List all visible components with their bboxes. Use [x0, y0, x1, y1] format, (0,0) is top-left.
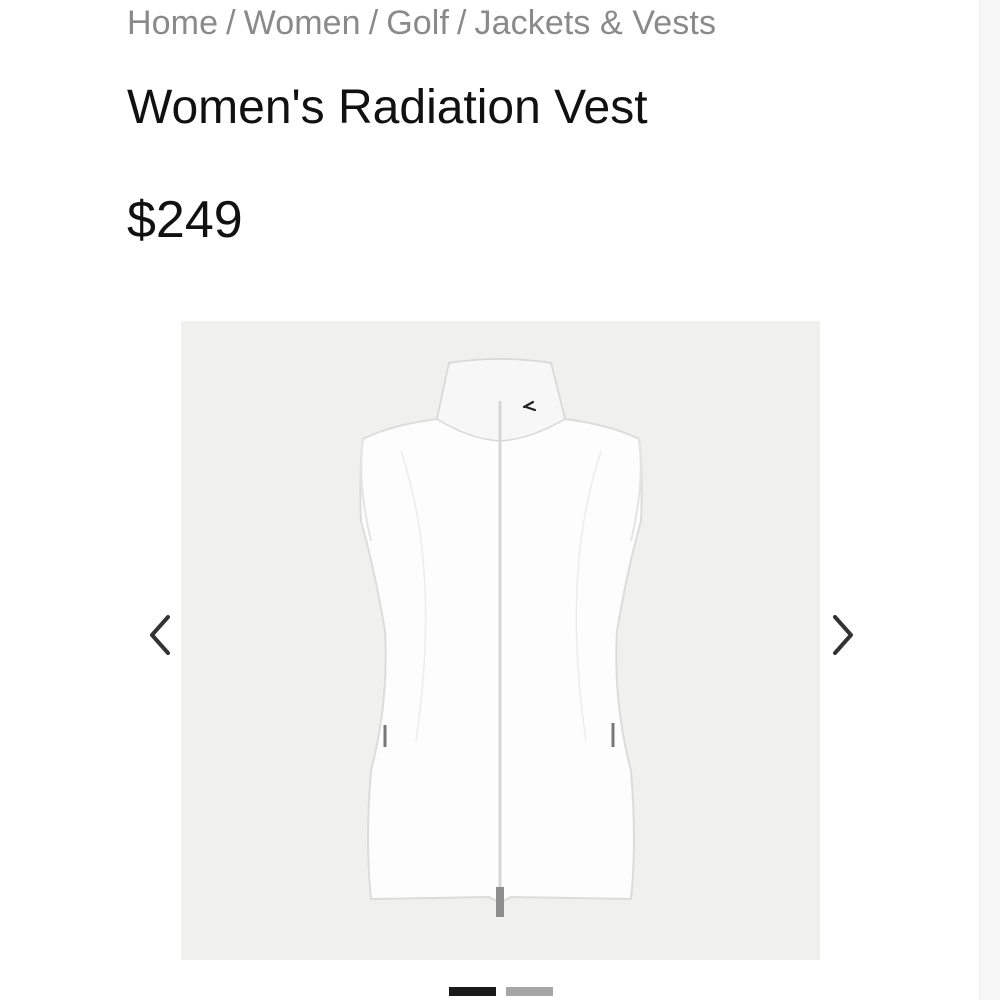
gallery-pagination	[449, 987, 553, 996]
gallery-prev-button[interactable]	[140, 610, 180, 660]
product-image[interactable]	[181, 321, 820, 960]
breadcrumb-jackets-vests[interactable]: Jackets & Vests	[475, 4, 717, 42]
breadcrumb-separator: /	[226, 4, 236, 42]
product-price: $249	[127, 191, 243, 249]
breadcrumb-separator: /	[368, 4, 379, 42]
product-page: Home / Women / Golf / Jackets & Vests Women's …	[0, 0, 1000, 1000]
breadcrumb: Home / Women / Golf / Jackets & Vests	[127, 4, 716, 43]
gallery-next-button[interactable]	[823, 610, 863, 660]
gallery-dot-1[interactable]	[449, 987, 496, 996]
vest-image	[181, 321, 820, 960]
chevron-right-icon	[833, 615, 853, 655]
breadcrumb-separator: /	[457, 4, 467, 42]
product-title: Women's Radiation Vest	[127, 81, 648, 134]
scrollbar[interactable]	[979, 0, 1000, 1000]
breadcrumb-home[interactable]: Home	[127, 4, 218, 42]
chevron-left-icon	[150, 615, 170, 655]
gallery-dot-2[interactable]	[506, 987, 553, 996]
breadcrumb-golf[interactable]: Golf	[386, 4, 449, 42]
breadcrumb-women[interactable]: Women	[244, 4, 361, 42]
